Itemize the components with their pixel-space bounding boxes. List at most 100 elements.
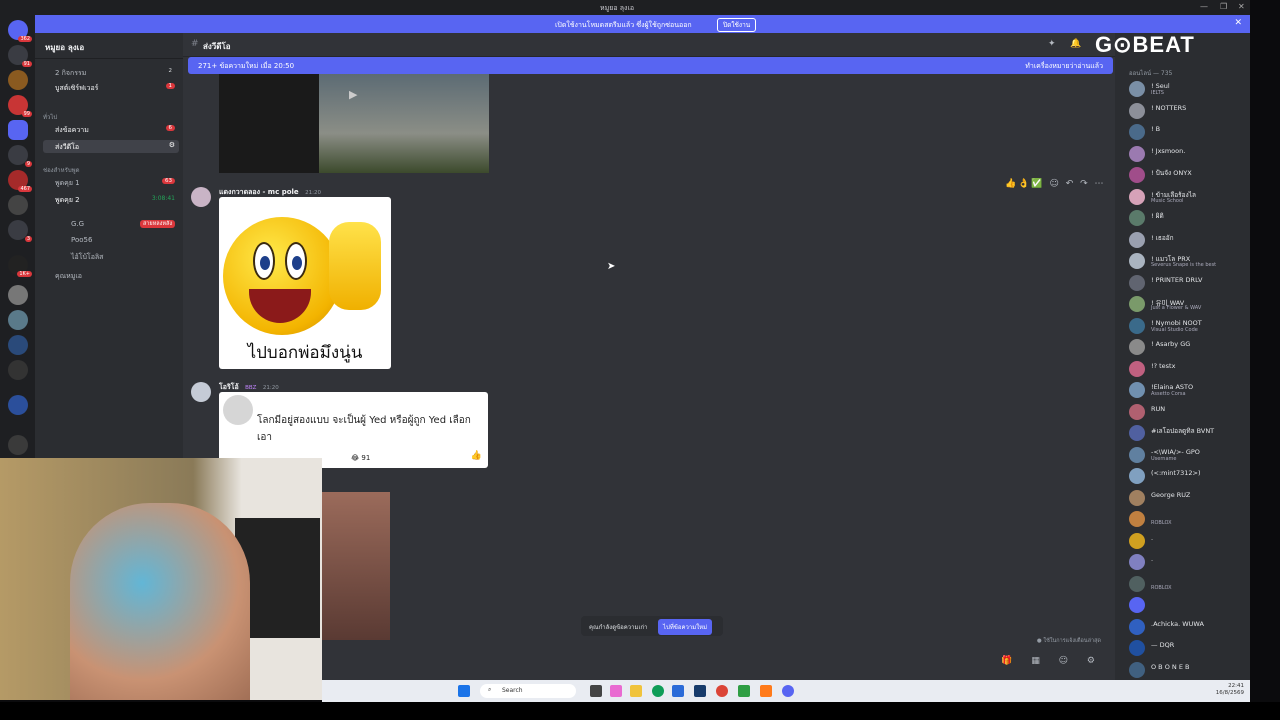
new-messages-bar[interactable]: 271+ ข้อความใหม่ เมื่อ 20:50 ทำเครื่องหม… — [188, 57, 1113, 74]
member-row[interactable]: ! ข้ามเลือร้องไล Music School — [1121, 187, 1249, 207]
disable-streamer-mode-button[interactable]: ปิดใช้งาน — [717, 18, 757, 32]
member-row[interactable]: ! Seul IELTS — [1121, 79, 1249, 99]
member-row[interactable]: ROBLOX — [1121, 574, 1249, 594]
member-row[interactable]: ! Jxsmoon. — [1121, 144, 1249, 164]
message-image[interactable]: ไปบอกพ่อมึงนู่น — [219, 197, 391, 369]
close-button[interactable]: ✕ — [1238, 2, 1245, 11]
member-row[interactable]: O B O N E B — [1121, 660, 1249, 680]
store-icon[interactable] — [672, 685, 684, 697]
category-voice[interactable]: ช่องสำหรับพูด — [43, 165, 79, 175]
input-tools-icons[interactable]: 🎁 ▦ ☺ ⚙ — [1001, 656, 1103, 666]
server-icon[interactable] — [8, 335, 28, 355]
maximize-button[interactable]: ❐ — [1220, 2, 1227, 11]
minimize-button[interactable]: — — [1200, 2, 1208, 11]
member-row[interactable]: ! 유미 WAV Just a Flower & WAV — [1121, 294, 1249, 314]
server-icon[interactable] — [8, 435, 28, 455]
server-boosts-row[interactable]: บูสต์เซิร์ฟเวอร์ 1 — [43, 81, 179, 94]
member-row[interactable]: George RUZ — [1121, 488, 1249, 508]
message-hover-actions[interactable]: 👍👌✅ ☺ ↶ ↷ ⋯ — [1005, 179, 1106, 189]
member-row[interactable]: (<:mint7312>) — [1121, 466, 1249, 486]
voice-user[interactable]: Poo56 — [43, 234, 179, 247]
member-row[interactable]: !Elaina ASTO Assetto Corsa — [1121, 380, 1249, 400]
channel-send-video[interactable]: ส่งวีดีโอ ⚙ — [43, 140, 179, 153]
afk-channel[interactable]: คุณหมูเอ — [43, 269, 179, 282]
member-row[interactable]: ROBLOX — [1121, 509, 1249, 529]
jump-to-present-button[interactable]: ไปที่ข้อความใหม่ — [658, 619, 713, 635]
server-icon[interactable] — [8, 310, 28, 330]
server-icon[interactable]: 91 — [8, 45, 32, 67]
voice-channel-2[interactable]: พูดคุย 2 3:08:41 — [43, 193, 179, 206]
author-name[interactable]: แดงกวาดลอง - mc pole — [219, 188, 299, 196]
member-row[interactable]: ! NOTTERS — [1121, 101, 1249, 121]
server-icon[interactable] — [8, 285, 28, 305]
server-icon[interactable]: 467 — [8, 170, 32, 192]
member-row[interactable]: ! B — [1121, 122, 1249, 142]
app-icon[interactable] — [760, 685, 772, 697]
steam-icon[interactable] — [694, 685, 706, 697]
server-icon[interactable] — [8, 195, 28, 215]
message-input-bar[interactable]: 🎁 ▦ ☺ ⚙ — [198, 652, 1108, 672]
author-name[interactable]: โอริโอ้ — [219, 383, 239, 391]
app-icon[interactable] — [738, 685, 750, 697]
voice-channel-count: 63 — [162, 178, 175, 184]
embedded-post-card[interactable]: โลกมีอยู่สองแบบ จะเป็นผู้ Yed หรือผู้ถูก… — [219, 392, 488, 468]
server-icon[interactable]: 3 — [8, 220, 32, 242]
start-icon[interactable] — [458, 685, 470, 697]
server-icon[interactable] — [8, 70, 28, 90]
member-row[interactable]: — DQR — [1121, 638, 1249, 658]
category-general[interactable]: ทั่วไป — [43, 112, 57, 122]
server-icon[interactable] — [8, 360, 28, 380]
avatar[interactable] — [191, 382, 211, 402]
file-explorer-icon[interactable] — [630, 685, 642, 697]
voice-user[interactable]: G.G สายหลงหลัง — [43, 218, 179, 231]
channel-label: ส่งวีดีโอ — [55, 143, 80, 151]
events-row[interactable]: 2 กิจกรรม 2 — [43, 66, 179, 79]
edge-icon[interactable] — [652, 685, 664, 697]
discord-icon[interactable] — [782, 685, 794, 697]
server-icon[interactable]: 99 — [8, 95, 32, 117]
window-title: หมูยอ ลุงเอ — [600, 4, 635, 12]
windows-taskbar: ⌕ Search 22:41 16/8/2569 — [322, 680, 1250, 702]
member-row[interactable]: ! Asarby GG — [1121, 337, 1249, 357]
channel-send-message[interactable]: ส่งข้อความ 6 — [43, 123, 179, 136]
like-icon[interactable]: 👍 — [471, 451, 482, 461]
member-row[interactable]: ! แมวโล PRX Severus Snape is the best — [1121, 251, 1249, 271]
server-header[interactable]: หมูยอ ลุงเอ — [35, 33, 183, 59]
task-view-icon[interactable] — [590, 685, 602, 697]
member-row[interactable]: ! PRINTER DRLV — [1121, 273, 1249, 293]
chrome-icon[interactable] — [716, 685, 728, 697]
play-icon[interactable]: ▶ — [349, 88, 357, 101]
member-row[interactable]: .Achicka. WUWA — [1121, 617, 1249, 637]
banner-close-icon[interactable]: ✕ — [1234, 18, 1242, 28]
member-row[interactable]: #เลโอปอลดูทิล BVNT — [1121, 423, 1249, 443]
message-time: 21:20 — [305, 190, 321, 196]
member-row[interactable]: ! เธออัก — [1121, 230, 1249, 250]
copilot-icon[interactable] — [610, 685, 622, 697]
member-row[interactable]: . — [1121, 531, 1249, 551]
member-row[interactable]: ! ป้นจัง ONYX — [1121, 165, 1249, 185]
server-icon[interactable]: 9 — [8, 145, 32, 167]
window-titlebar: หมูยอ ลุงเอ — ❐ ✕ — [0, 0, 1250, 15]
member-row[interactable] — [1121, 595, 1249, 615]
member-row[interactable]: RUN — [1121, 402, 1249, 422]
voice-channel-1[interactable]: พูดคุย 1 63 — [43, 176, 179, 189]
server-icon[interactable]: 1K+ — [8, 255, 32, 277]
home-server-icon[interactable]: 362 — [8, 20, 32, 42]
member-row[interactable]: ! Nymobi NOOT Visual Studio Code — [1121, 316, 1249, 336]
server-icon[interactable] — [8, 120, 28, 140]
mark-as-read-button[interactable]: ทำเครื่องหมายว่าอ่านแล้ว — [1025, 61, 1103, 72]
voice-user[interactable]: ไอ้โบ้โอลิส — [43, 250, 179, 263]
avatar[interactable] — [191, 187, 211, 207]
server-icon[interactable] — [8, 395, 28, 415]
server-badge: 3 — [24, 236, 32, 242]
member-row[interactable]: ! ผิดิ — [1121, 208, 1249, 228]
channel-header: # ส่งวีดีโอ ✦ 🔔 — [183, 33, 1115, 57]
member-row[interactable]: . — [1121, 552, 1249, 572]
taskbar-search[interactable]: ⌕ Search — [480, 684, 576, 698]
video-thumbnail[interactable]: ▶ — [219, 74, 489, 173]
channel-settings-icon[interactable]: ⚙ — [169, 141, 175, 149]
taskbar-clock[interactable]: 22:41 16/8/2569 — [1216, 683, 1244, 697]
header-tools-icons[interactable]: ✦ 🔔 — [1048, 39, 1088, 49]
member-row[interactable]: !? testx — [1121, 359, 1249, 379]
member-row[interactable]: -<\WIA/>- GPO Username — [1121, 445, 1249, 465]
